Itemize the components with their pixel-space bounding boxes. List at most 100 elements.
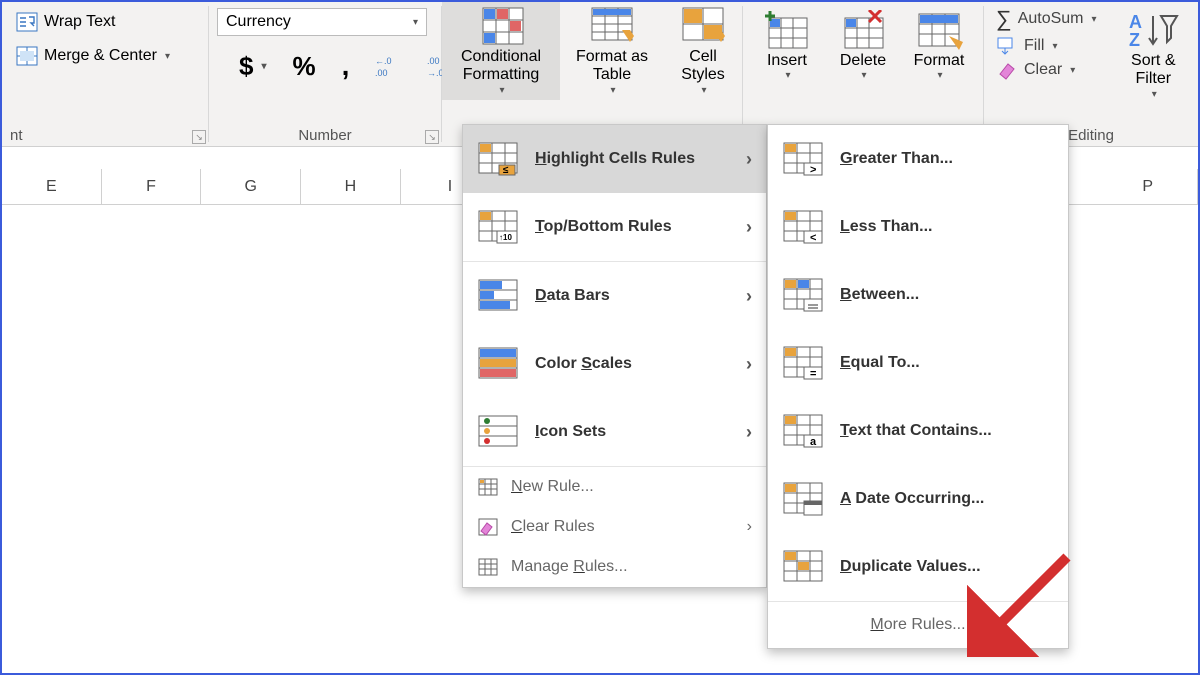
merge-center-button[interactable]: Merge & Center ▾ — [10, 42, 176, 70]
chevron-down-icon: ▾ — [937, 70, 942, 81]
menu-text-contains[interactable]: a Text that Contains... — [768, 397, 1068, 465]
menu-highlight-cells-rules[interactable]: ≤ HHighlight Cells Rulesighlight Cells R… — [463, 125, 766, 193]
number-format-value: Currency — [226, 13, 291, 31]
chevron-down-icon: ▾ — [1152, 89, 1157, 100]
menu-clear-rules[interactable]: Clear Rules › — [463, 507, 766, 547]
clear-button[interactable]: Clear ▾ — [992, 60, 1101, 80]
svg-text:<: < — [810, 232, 816, 244]
chevron-down-icon: ▾ — [861, 70, 866, 81]
autosum-label: AutoSum — [1018, 10, 1084, 28]
svg-text:Z: Z — [1129, 30, 1140, 50]
comma-style-button[interactable]: , — [336, 46, 356, 86]
chevron-down-icon: ▾ — [610, 85, 615, 96]
highlight-rules-icon: ≤ — [477, 141, 519, 177]
menu-manage-rules[interactable]: Manage Rules... — [463, 547, 766, 587]
chevron-right-icon: › — [746, 286, 752, 307]
format-button[interactable]: Format▾ — [903, 6, 975, 85]
cell-styles-label: Cell Styles — [674, 48, 732, 85]
col-header[interactable]: P — [1098, 169, 1198, 204]
svg-text:≤: ≤ — [503, 165, 509, 176]
equal-icon: = — [782, 345, 824, 381]
format-icon — [913, 10, 965, 52]
number-format-select[interactable]: Currency ▾ — [217, 8, 427, 36]
svg-text:A: A — [1129, 12, 1142, 32]
menu-data-bars[interactable]: Data Bars › — [463, 262, 766, 330]
increase-decimal-button[interactable]: ←.0.00 — [369, 50, 407, 82]
delete-button[interactable]: Delete▾ — [827, 6, 899, 85]
chevron-right-icon: › — [746, 149, 752, 170]
svg-text:=: = — [810, 368, 816, 380]
format-table-icon — [586, 6, 638, 48]
fill-button[interactable]: Fill ▾ — [992, 36, 1101, 56]
wrap-text-button[interactable]: Wrap Text — [10, 8, 121, 36]
menu-greater-than[interactable]: > Greater Than... — [768, 125, 1068, 193]
number-dialog-launcher[interactable]: ↘ — [425, 130, 439, 144]
clear-rules-icon — [477, 517, 499, 537]
menu-icon-sets[interactable]: Icon Sets › — [463, 398, 766, 466]
format-as-table-button[interactable]: Format as Table▾ — [564, 2, 660, 100]
svg-text:←.0: ←.0 — [375, 56, 392, 66]
topbottom-icon: ↑10 — [477, 209, 519, 245]
group-alignment: Wrap Text Merge & Center ▾ nt ↘ — [2, 2, 208, 146]
format-label: Format — [914, 52, 965, 70]
group-number-label: Number — [217, 127, 433, 146]
svg-text:↑10: ↑10 — [499, 233, 512, 242]
menu-date-occurring[interactable]: A Date Occurring... — [768, 465, 1068, 533]
iconsets-icon — [477, 414, 519, 450]
group-number: Currency ▾ $▾ % , ←.0.00 .00→.0 Number ↘ — [209, 2, 441, 146]
eraser-icon — [996, 60, 1018, 80]
format-table-label: Format as Table — [574, 48, 650, 85]
sort-filter-icon: AZ — [1127, 10, 1179, 52]
alignment-dialog-launcher[interactable]: ↘ — [192, 130, 206, 144]
svg-text:.00: .00 — [427, 56, 440, 66]
databars-icon — [477, 278, 519, 314]
chevron-down-icon: ▾ — [165, 51, 170, 62]
autosum-button[interactable]: ∑ AutoSum ▾ — [992, 6, 1101, 32]
col-header[interactable]: H — [301, 169, 401, 204]
menu-color-scales[interactable]: Color Scales › — [463, 330, 766, 398]
fill-down-icon — [996, 36, 1018, 56]
col-header[interactable]: F — [102, 169, 202, 204]
duplicate-icon — [782, 549, 824, 585]
conditional-formatting-icon — [475, 6, 527, 48]
group-alignment-label: nt — [10, 127, 200, 146]
menu-equal-to[interactable]: = Equal To... — [768, 329, 1068, 397]
cell-styles-button[interactable]: Cell Styles▾ — [664, 2, 742, 100]
sort-filter-button[interactable]: AZ Sort & Filter▾ — [1117, 6, 1190, 104]
chevron-right-icon: › — [746, 422, 752, 443]
chevron-down-icon: ▾ — [499, 85, 504, 96]
conditional-formatting-button[interactable]: Conditional Formatting▾ — [442, 2, 560, 100]
chevron-down-icon: ▾ — [1070, 65, 1075, 76]
delete-label: Delete — [840, 52, 886, 70]
menu-new-rule[interactable]: New Rule... — [463, 467, 766, 507]
chevron-down-icon: ▾ — [1052, 41, 1057, 52]
svg-text:a: a — [810, 436, 817, 448]
percent-button[interactable]: % — [287, 47, 322, 86]
sigma-icon: ∑ — [996, 6, 1012, 32]
insert-button[interactable]: Insert▾ — [751, 6, 823, 85]
menu-less-than[interactable]: < Less Than... — [768, 193, 1068, 261]
date-icon — [782, 481, 824, 517]
chevron-down-icon: ▾ — [1092, 14, 1097, 25]
textcontains-icon: a — [782, 413, 824, 449]
col-header[interactable]: E — [2, 169, 102, 204]
accounting-format-button[interactable]: $▾ — [233, 47, 273, 86]
wrap-text-icon — [16, 12, 38, 32]
increase-decimal-icon: ←.0.00 — [375, 54, 401, 78]
less-icon: < — [782, 209, 824, 245]
merge-icon — [16, 46, 38, 66]
svg-text:>: > — [810, 164, 816, 176]
cell-styles-icon — [677, 6, 729, 48]
wrap-text-label: Wrap Text — [44, 13, 115, 31]
colorscales-icon — [477, 346, 519, 382]
insert-label: Insert — [767, 52, 807, 70]
menu-between[interactable]: Between... — [768, 261, 1068, 329]
merge-center-label: Merge & Center — [44, 47, 157, 65]
sort-filter-label: Sort & Filter — [1127, 52, 1180, 89]
chevron-down-icon: ▾ — [701, 85, 706, 96]
menu-top-bottom-rules[interactable]: ↑10 Top/Bottom Rules › — [463, 193, 766, 261]
cf-label: Conditional Formatting — [452, 48, 550, 85]
fill-label: Fill — [1024, 37, 1044, 55]
conditional-formatting-menu: ≤ HHighlight Cells Rulesighlight Cells R… — [462, 124, 767, 588]
col-header[interactable]: G — [201, 169, 301, 204]
